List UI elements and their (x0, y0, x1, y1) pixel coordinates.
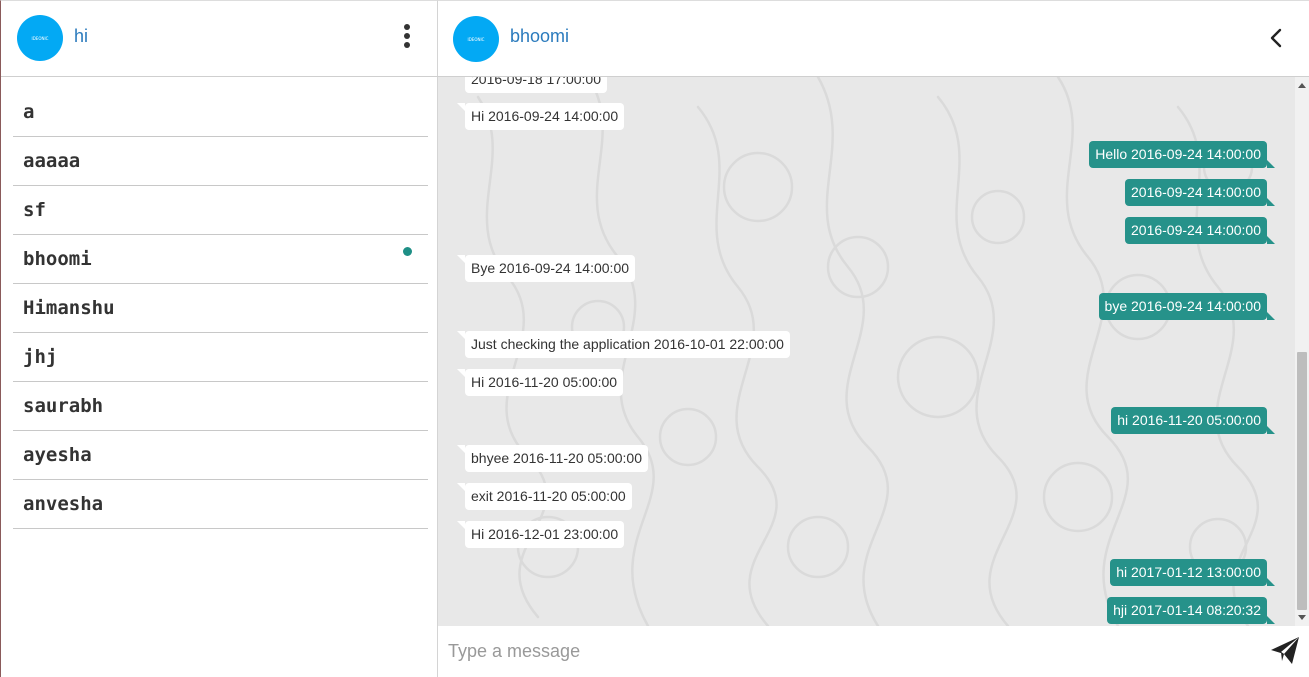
contact-item-ayesha[interactable]: ayesha (13, 431, 428, 480)
online-status-dot (403, 247, 412, 256)
contact-item-jhj[interactable]: jhj (13, 333, 428, 382)
chat-pane: IDEONIC bhoomi 2016-09-18 17:00:00 Hi 20… (438, 0, 1309, 677)
message-bubble-incoming: Just checking the application 2016-10-01… (457, 331, 790, 358)
message-bubble-incoming: exit 2016-11-20 05:00:00 (457, 483, 632, 510)
contact-item-a[interactable]: a (13, 88, 428, 137)
contacts-pane: IDEONIC hi a aaaaa sf bhoomi Himanshu jh… (0, 0, 438, 677)
chat-contact-name: bhoomi (510, 26, 570, 46)
message-bubble-incoming: Hi 2016-12-01 23:00:00 (456, 521, 625, 548)
message-bubble-outgoing: 2016-09-24 14:00:00 (1125, 217, 1275, 244)
message-bubble-incoming: Hi 2016-11-20 05:00:00 (456, 369, 624, 396)
sidebar-header: IDEONIC hi (1, 1, 438, 77)
message-bubble-incoming: Hi 2016-09-24 14:00:00 (456, 103, 625, 130)
contact-item-saurabh[interactable]: saurabh (13, 382, 428, 431)
message-bubble-outgoing: Hello 2016-09-24 14:00:00 (1089, 141, 1275, 168)
contact-item-aaaaa[interactable]: aaaaa (13, 137, 428, 186)
user-name: hi (74, 26, 89, 46)
message-input[interactable] (448, 636, 1248, 666)
contact-item-bhoomi[interactable]: bhoomi (13, 235, 428, 284)
contact-avatar[interactable]: IDEONIC (453, 16, 499, 62)
paper-plane-send-icon[interactable] (1270, 635, 1300, 665)
chevron-left-icon[interactable] (1268, 28, 1286, 48)
contact-item-himanshu[interactable]: Himanshu (13, 284, 428, 333)
contact-list: a aaaaa sf bhoomi Himanshu jhj saurabh a… (13, 88, 428, 529)
scrollbar-thumb[interactable] (1297, 352, 1307, 610)
message-bubble-outgoing: hji 2017-01-14 08:20:32 (1107, 597, 1275, 624)
contact-item-anvesha[interactable]: anvesha (13, 480, 428, 529)
message-bubble-outgoing: hi 2016-11-20 05:00:00 (1111, 407, 1275, 434)
user-avatar[interactable]: IDEONIC (17, 15, 63, 61)
chat-header: IDEONIC bhoomi (438, 0, 1309, 77)
message-scrollbar[interactable] (1295, 77, 1309, 626)
message-area[interactable]: 2016-09-18 17:00:00 Hi 2016-09-24 14:00:… (438, 77, 1309, 626)
message-composer (438, 626, 1309, 677)
message-bubble-incoming: 2016-09-18 17:00:00 (465, 77, 607, 93)
contact-item-sf[interactable]: sf (13, 186, 428, 235)
scroll-down-arrow-icon[interactable] (1298, 615, 1306, 620)
message-bubble-incoming: bhyee 2016-11-20 05:00:00 (457, 445, 648, 472)
message-bubble-incoming: Bye 2016-09-24 14:00:00 (456, 255, 636, 282)
vertical-dots-menu-icon[interactable] (399, 24, 415, 50)
message-bubble-outgoing: hi 2017-01-12 13:00:00 (1110, 559, 1275, 586)
scroll-up-arrow-icon[interactable] (1298, 83, 1306, 88)
message-bubble-outgoing: bye 2016-09-24 14:00:00 (1098, 293, 1276, 320)
message-bubble-outgoing: 2016-09-24 14:00:00 (1125, 179, 1275, 206)
message-list: 2016-09-18 17:00:00 Hi 2016-09-24 14:00:… (438, 77, 1295, 626)
contact-item-label: bhoomi (23, 248, 92, 270)
